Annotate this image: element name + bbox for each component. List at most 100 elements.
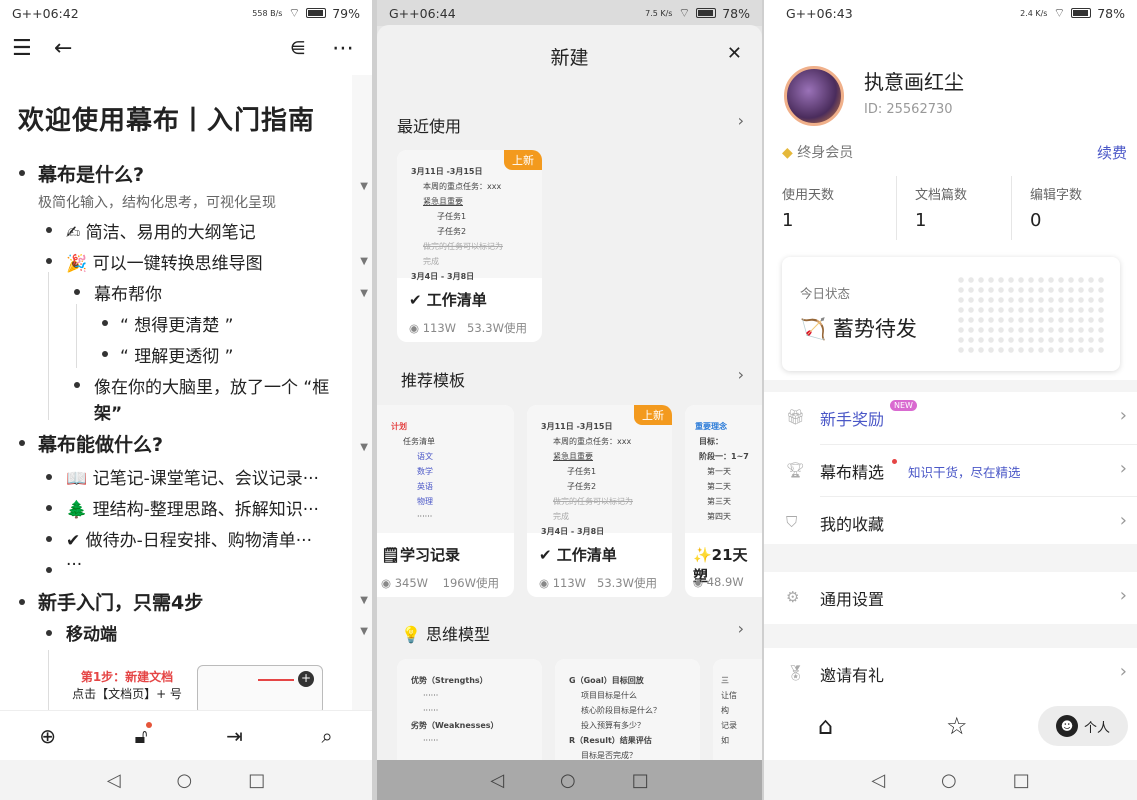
- home-nav-icon[interactable]: ○: [177, 770, 193, 791]
- recents-nav-icon[interactable]: □: [248, 770, 265, 791]
- collapse-icon[interactable]: ▼: [360, 288, 368, 299]
- collapse-icon[interactable]: ▼: [360, 595, 368, 606]
- indent-icon[interactable]: ⇥: [226, 724, 243, 748]
- status-speed: 558 B/s: [252, 8, 283, 18]
- status-battery: 78%: [1097, 5, 1125, 21]
- back-nav-icon[interactable]: ◁: [107, 770, 121, 791]
- avatar[interactable]: [784, 66, 844, 126]
- menu-sub: 知识干货，尽在精选: [908, 465, 1021, 480]
- bullet[interactable]: [46, 536, 52, 542]
- menu-item-newbie-reward[interactable]: 🎁︎ 新手奖励 NEW ›: [764, 392, 1137, 444]
- chevron-right-icon[interactable]: ›: [738, 111, 744, 130]
- add-node-icon[interactable]: ⊕: [39, 724, 56, 748]
- outline-item[interactable]: 新手入门，只需4步: [38, 588, 203, 615]
- profile-screen: G++06:43 2.4 K/s ⌔ 78% 执意画红尘 ID: 25562730 …: [764, 0, 1137, 800]
- bullet[interactable]: [19, 170, 25, 176]
- toolbar: ☰ ← ⋹ ⋯: [0, 30, 372, 70]
- outline-item[interactable]: 🎉 可以一键转换思维导图: [66, 249, 263, 274]
- menu-item-featured[interactable]: 🏆︎ 幕布精选 知识干货，尽在精选 ›: [786, 444, 1137, 496]
- bullet[interactable]: [46, 258, 52, 264]
- stats-row: 使用天数 1 文档篇数 1 编辑字数 0: [782, 176, 1137, 240]
- outline-view-icon[interactable]: ⋹: [290, 38, 306, 59]
- outline-item[interactable]: 幕布帮你: [94, 280, 162, 305]
- bullet[interactable]: [19, 440, 25, 446]
- recents-nav-icon[interactable]: □: [1013, 770, 1030, 791]
- preview-line: 3月4日 - 3月8日: [541, 527, 605, 536]
- chevron-right-icon: ›: [1119, 585, 1127, 606]
- outline-item[interactable]: 移动端: [66, 620, 117, 645]
- card-views: 345W: [394, 576, 429, 590]
- home-tab-icon[interactable]: ⌂: [818, 712, 833, 740]
- bullet[interactable]: [46, 567, 52, 573]
- collapse-icon[interactable]: ▼: [360, 256, 368, 267]
- chevron-right-icon: ›: [1119, 510, 1127, 531]
- outline-item[interactable]: 像在你的大脑里，放了一个 “框: [94, 373, 329, 398]
- bullet[interactable]: [74, 289, 80, 295]
- outline-item[interactable]: “ 想得更清楚 ”: [120, 311, 233, 336]
- wifi-icon: ⌔: [288, 5, 301, 20]
- scroll-track[interactable]: [352, 75, 372, 710]
- star-tab-icon[interactable]: ☆: [946, 712, 968, 740]
- recents-nav-icon[interactable]: □: [632, 770, 649, 791]
- outline-item[interactable]: ···: [66, 555, 82, 575]
- today-status-card[interactable]: 今日状态 🏹 蓄势待发: [782, 257, 1120, 371]
- back-nav-icon[interactable]: ◁: [490, 770, 504, 791]
- card-views: 113W: [552, 576, 587, 590]
- collapse-icon[interactable]: ▼: [360, 181, 368, 192]
- activity-dots: [956, 275, 1106, 355]
- menu-item-favorites[interactable]: ⛉ 我的收藏 ›: [786, 496, 1137, 548]
- bullet[interactable]: [46, 474, 52, 480]
- bullet[interactable]: [102, 351, 108, 357]
- status-bar: G++06:42 558 B/s ⌔ 79%: [0, 0, 372, 26]
- home-nav-icon[interactable]: ○: [560, 770, 576, 791]
- outline-item[interactable]: ✔ 做待办-日程安排、购物清单···: [66, 526, 312, 551]
- template-card[interactable]: 计划 任务清单 语文 数学 英语 物理 ······ 🗒学习记录 ◉ 345W …: [377, 405, 514, 597]
- bullet[interactable]: [46, 630, 52, 636]
- template-card[interactable]: 3月11日 -3月15日 本周的重点任务：xxx 紧急且重要 子任务1 子任务2…: [527, 405, 672, 597]
- close-icon[interactable]: ✕: [727, 43, 742, 64]
- home-nav-icon[interactable]: ○: [941, 770, 957, 791]
- back-icon[interactable]: ←: [54, 36, 72, 61]
- stat-item: 使用天数 1: [782, 176, 897, 240]
- template-card[interactable]: 重要理念 目标： 阶段一：1~7 第一天 第二天 第三天 第四天 ✨21天塑 ◉…: [685, 405, 762, 597]
- outline-item[interactable]: ✍ 简洁、易用的大纲笔记: [66, 218, 256, 243]
- preview-line: ······: [423, 706, 439, 715]
- model-card[interactable]: 优势（Strengths） ······ ······ 劣势（Weaknesse…: [397, 659, 542, 769]
- collapse-icon[interactable]: ▼: [360, 626, 368, 637]
- outline-item[interactable]: “ 理解更透彻 ”: [120, 342, 233, 367]
- preview-line: 让信: [721, 691, 737, 700]
- model-card[interactable]: G（Goal）目标回放 项目目标是什么 核心阶段目标是什么？ 投入预算有多少？ …: [555, 659, 700, 769]
- card-name: ✔ 工作清单: [409, 291, 487, 309]
- menu-icon[interactable]: ☰: [12, 36, 32, 61]
- tab-me[interactable]: ☻ 个人: [1038, 706, 1128, 746]
- template-card[interactable]: 3月11日 -3月15日 本周的重点任务：xxx 紧急且重要 子任务1 子任务2…: [397, 150, 542, 342]
- card-preview: G（Goal）目标回放 项目目标是什么 核心阶段目标是什么？ 投入预算有多少？ …: [555, 659, 700, 769]
- chevron-right-icon[interactable]: ›: [738, 365, 744, 384]
- model-card[interactable]: 三 让信 构 记录 如: [713, 659, 762, 769]
- gear-icon: ⚙: [786, 588, 800, 606]
- lock-icon[interactable]: 🔓︎: [135, 721, 152, 748]
- outline-item[interactable]: 🌲 理结构-整理思路、拆解知识···: [66, 495, 319, 520]
- bullet[interactable]: [102, 320, 108, 326]
- member-badge: ◆ 终身会员: [782, 142, 853, 162]
- bullet[interactable]: [19, 599, 25, 605]
- bullet[interactable]: [46, 227, 52, 233]
- wifi-icon: ⌔: [678, 5, 691, 20]
- renew-link[interactable]: 续费: [1097, 142, 1127, 163]
- menu-item-settings[interactable]: ⚙ 通用设置 ›: [764, 572, 1137, 624]
- preview-line: 任务清单: [403, 437, 435, 446]
- back-nav-icon[interactable]: ◁: [871, 770, 885, 791]
- bullet[interactable]: [74, 382, 80, 388]
- more-icon[interactable]: ⋯: [332, 36, 354, 61]
- outline-item[interactable]: 幕布是什么?: [38, 160, 144, 187]
- preview-line: 英语: [417, 482, 433, 491]
- outline-item[interactable]: 幕布能做什么?: [38, 430, 163, 457]
- menu-item-invite[interactable]: 🏅︎ 邀请有礼 ›: [764, 648, 1137, 700]
- preview-line: 目标：: [699, 437, 723, 446]
- search-icon[interactable]: ⌕: [321, 724, 332, 748]
- chevron-right-icon: ›: [1119, 661, 1127, 682]
- outline-item[interactable]: 📖 记笔记-课堂笔记、会议记录···: [66, 464, 319, 489]
- chevron-right-icon[interactable]: ›: [738, 619, 744, 638]
- bullet[interactable]: [46, 505, 52, 511]
- collapse-icon[interactable]: ▼: [360, 442, 368, 453]
